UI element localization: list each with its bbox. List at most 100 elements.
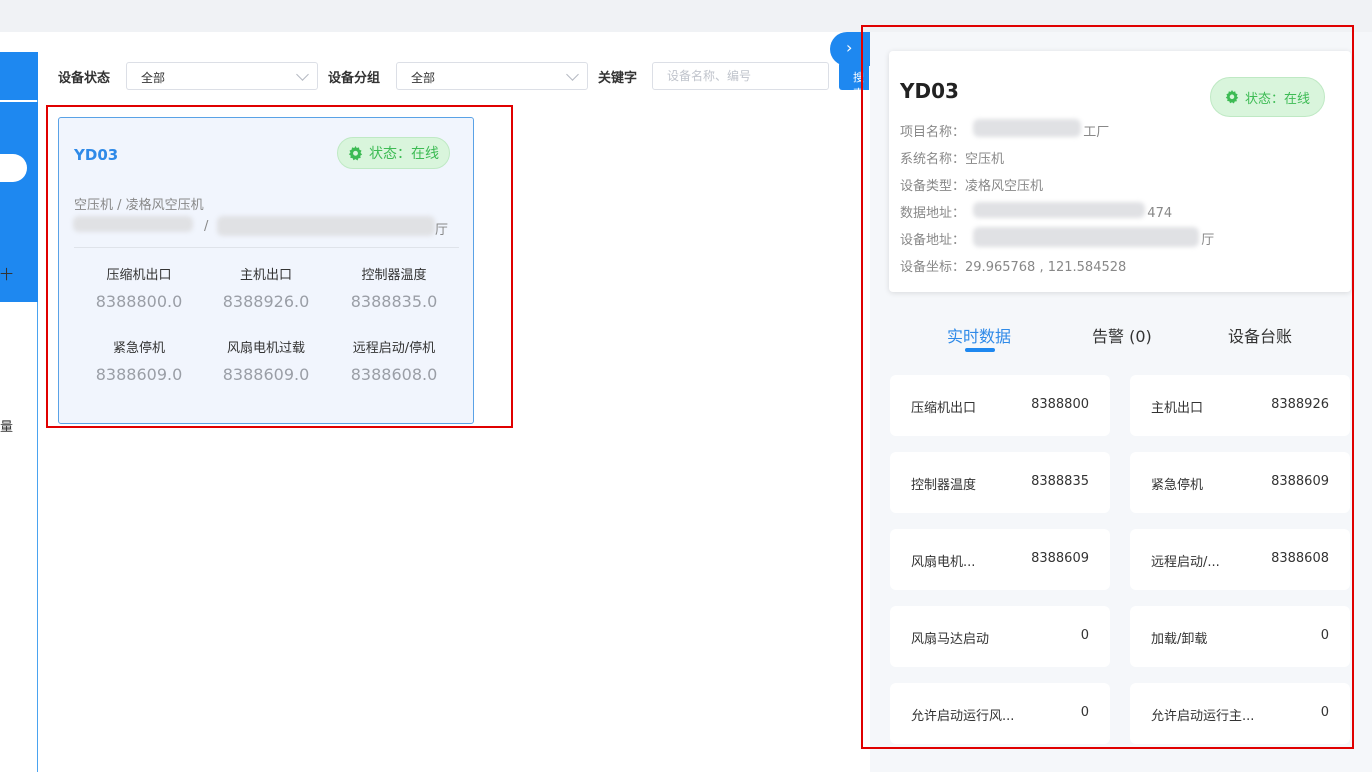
info-label: 设备类型：	[900, 179, 966, 194]
chevron-right-icon: ›	[846, 38, 853, 57]
metric-value: 8388608.0	[350, 365, 438, 384]
data-item-value: 8388835	[1031, 474, 1089, 489]
data-item-value: 0	[1320, 705, 1329, 720]
metric-item: 控制器温度 8388835.0	[329, 264, 459, 311]
device-card-title: YD03	[74, 146, 119, 164]
info-value: 厅	[1201, 233, 1215, 248]
data-item: 加载/卸载 0	[1130, 606, 1350, 667]
info-value: 29.965768 , 121.584528	[965, 260, 1127, 275]
divider	[74, 247, 459, 248]
top-bar	[0, 0, 1372, 32]
sidebar-item-label[interactable]: 量	[0, 416, 13, 435]
data-item-label: 远程启动/...	[1151, 555, 1220, 570]
device-address-separator: /	[204, 219, 209, 234]
device-info-card: YD03 状态：在线 项目名称： 工厂 系统名称：空压机 设备类型：凌格风空压机…	[889, 51, 1351, 292]
data-item-value: 0	[1080, 628, 1089, 643]
data-item-label: 风扇马达启动	[911, 632, 990, 647]
status-select[interactable]: 全部	[126, 62, 318, 90]
device-address-suffix: 厅	[435, 223, 449, 238]
tab-alarms[interactable]: 告警 (0)	[1092, 323, 1152, 347]
device-card[interactable]: YD03 状态：在线 空压机 / 凌格风空压机 / 厅 压缩机出口 838880…	[58, 117, 474, 424]
data-item-value: 8388609	[1031, 551, 1089, 566]
metric-item: 主机出口 8388926.0	[201, 264, 331, 311]
keyword-label: 关键字	[598, 71, 638, 86]
data-item: 风扇马达启动 0	[890, 606, 1110, 667]
chevron-down-icon	[566, 68, 579, 81]
data-item-value: 0	[1320, 628, 1329, 643]
data-item-value: 0	[1080, 705, 1089, 720]
data-item-label: 允许启动运行风...	[911, 709, 1015, 724]
redacted-text	[973, 202, 1145, 218]
data-item-value: 8388800	[1031, 397, 1089, 412]
keyword-input[interactable]	[652, 62, 829, 90]
status-badge-text: 状态：在线	[369, 146, 439, 162]
status-filter-label: 设备状态	[58, 71, 111, 86]
data-item: 远程启动/... 8388608	[1130, 529, 1350, 590]
sidebar-item-label[interactable]: 十	[0, 264, 13, 283]
status-badge: 状态：在线	[337, 137, 450, 169]
metric-item: 风扇电机过载 8388609.0	[201, 337, 331, 384]
metric-value: 8388609.0	[222, 365, 310, 384]
info-label: 系统名称：	[900, 152, 966, 167]
info-value: 工厂	[1083, 125, 1110, 140]
info-label: 设备地址：	[900, 233, 966, 248]
metric-label: 控制器温度	[361, 268, 427, 283]
data-item: 压缩机出口 8388800	[890, 375, 1110, 436]
tab-device-ledger[interactable]: 设备台账	[1228, 323, 1292, 347]
gear-icon	[1225, 90, 1239, 104]
data-item-label: 控制器温度	[911, 478, 977, 493]
metric-label: 风扇电机过载	[226, 341, 305, 356]
metric-label: 紧急停机	[112, 341, 165, 356]
sidebar: 十 量	[0, 52, 38, 772]
metric-item: 压缩机出口 8388800.0	[74, 264, 204, 311]
metric-label: 远程启动/停机	[352, 341, 436, 356]
data-item: 允许启动运行主... 0	[1130, 683, 1350, 744]
data-item: 风扇电机... 8388609	[890, 529, 1110, 590]
metric-label: 主机出口	[239, 268, 292, 283]
metric-value: 8388835.0	[350, 292, 438, 311]
data-item-label: 主机出口	[1151, 401, 1204, 416]
search-button-label: 搜索	[853, 71, 864, 90]
redacted-text	[973, 119, 1081, 137]
metric-value: 8388800.0	[95, 292, 183, 311]
collapse-panel-button[interactable]: ›	[830, 32, 870, 66]
tab-active-indicator	[965, 348, 995, 352]
redacted-text	[217, 216, 435, 236]
metric-item: 紧急停机 8388609.0	[74, 337, 204, 384]
data-item-value: 8388608	[1271, 551, 1329, 566]
sidebar-item-selected[interactable]	[0, 154, 27, 182]
info-value: 474	[1147, 206, 1173, 221]
search-button[interactable]: 搜索	[839, 62, 869, 90]
data-item-value: 8388926	[1271, 397, 1329, 412]
group-select[interactable]: 全部	[396, 62, 588, 90]
metric-label: 压缩机出口	[106, 268, 172, 283]
metric-value: 8388609.0	[95, 365, 183, 384]
info-label: 项目名称：	[900, 125, 966, 140]
redacted-text	[973, 227, 1199, 247]
data-item-label: 允许启动运行主...	[1151, 709, 1255, 724]
group-select-value: 全部	[411, 71, 436, 85]
info-label: 设备坐标：	[900, 260, 966, 275]
status-badge: 状态：在线	[1210, 77, 1326, 117]
data-item-value: 8388609	[1271, 474, 1329, 489]
tab-realtime-data[interactable]: 实时数据	[947, 323, 1011, 347]
info-row-coordinates: 设备坐标：29.965768 , 121.584528	[900, 256, 1126, 275]
status-badge-text: 状态：在线	[1245, 91, 1311, 107]
device-detail-title: YD03	[900, 79, 959, 103]
redacted-text	[73, 216, 193, 232]
info-value: 空压机	[965, 152, 1005, 167]
info-value: 凌格风空压机	[965, 179, 1044, 194]
gear-icon	[348, 145, 363, 160]
data-item-label: 压缩机出口	[911, 401, 977, 416]
info-row-system: 系统名称：空压机	[900, 148, 1004, 167]
data-item-label: 加载/卸载	[1151, 632, 1208, 647]
data-item-label: 紧急停机	[1151, 478, 1204, 493]
info-label: 数据地址：	[900, 206, 966, 221]
data-item: 主机出口 8388926	[1130, 375, 1350, 436]
metric-item: 远程启动/停机 8388608.0	[329, 337, 459, 384]
sidebar-item-active-top[interactable]	[0, 52, 38, 100]
data-item: 控制器温度 8388835	[890, 452, 1110, 513]
chevron-down-icon	[296, 68, 309, 81]
data-item-label: 风扇电机...	[911, 555, 976, 570]
data-item: 允许启动运行风... 0	[890, 683, 1110, 744]
